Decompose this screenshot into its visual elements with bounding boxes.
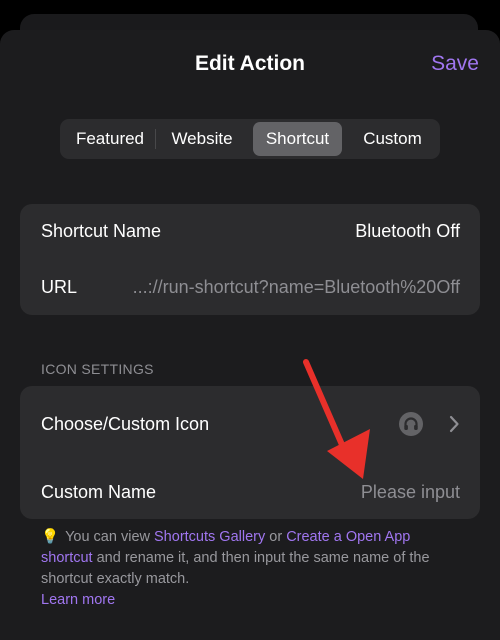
shortcut-name-label: Shortcut Name bbox=[41, 221, 162, 241]
help-text: 💡 You can view Shortcuts Gallery or Creat… bbox=[41, 527, 461, 611]
learn-more-link[interactable]: Learn more bbox=[41, 592, 115, 608]
segment-divider bbox=[155, 129, 156, 149]
shortcut-name-field[interactable]: Bluetooth Off bbox=[355, 221, 460, 242]
page-title: Edit Action bbox=[194, 52, 306, 75]
custom-name-label: Custom Name bbox=[41, 482, 157, 502]
shortcut-details-card: Shortcut Name Bluetooth Off URL ...://ru… bbox=[20, 204, 480, 315]
choose-icon-label: Choose/Custom Icon bbox=[41, 414, 210, 434]
shortcuts-app-icon[interactable] bbox=[399, 412, 423, 436]
url-field[interactable]: ...://run-shortcut?name=Bluetooth%20Off bbox=[133, 277, 460, 298]
tab-website[interactable]: Website bbox=[158, 122, 246, 156]
url-label: URL bbox=[41, 277, 78, 297]
help-text-part-2: or bbox=[265, 529, 287, 545]
tab-featured[interactable]: Featured bbox=[64, 122, 156, 156]
help-text-part-3: and rename it, and then input the same n… bbox=[41, 550, 430, 587]
lightbulb-icon: 💡 bbox=[41, 529, 60, 545]
save-button[interactable]: Save bbox=[431, 52, 479, 76]
icon-settings-card: Choose/Custom Icon Custom Name Please in… bbox=[20, 386, 480, 519]
shortcuts-gallery-link[interactable]: Shortcuts Gallery bbox=[154, 529, 265, 545]
chevron-right-icon bbox=[449, 415, 459, 433]
action-type-segmented-control: Featured Website Shortcut Custom bbox=[60, 119, 440, 159]
help-text-part-1: You can view bbox=[65, 529, 155, 545]
tab-shortcut[interactable]: Shortcut bbox=[253, 122, 342, 156]
custom-name-input[interactable]: Please input bbox=[361, 482, 460, 503]
red-arrow-annotation bbox=[303, 359, 370, 479]
tab-custom[interactable]: Custom bbox=[348, 122, 437, 156]
icon-settings-header: ICON SETTINGS bbox=[41, 361, 154, 377]
